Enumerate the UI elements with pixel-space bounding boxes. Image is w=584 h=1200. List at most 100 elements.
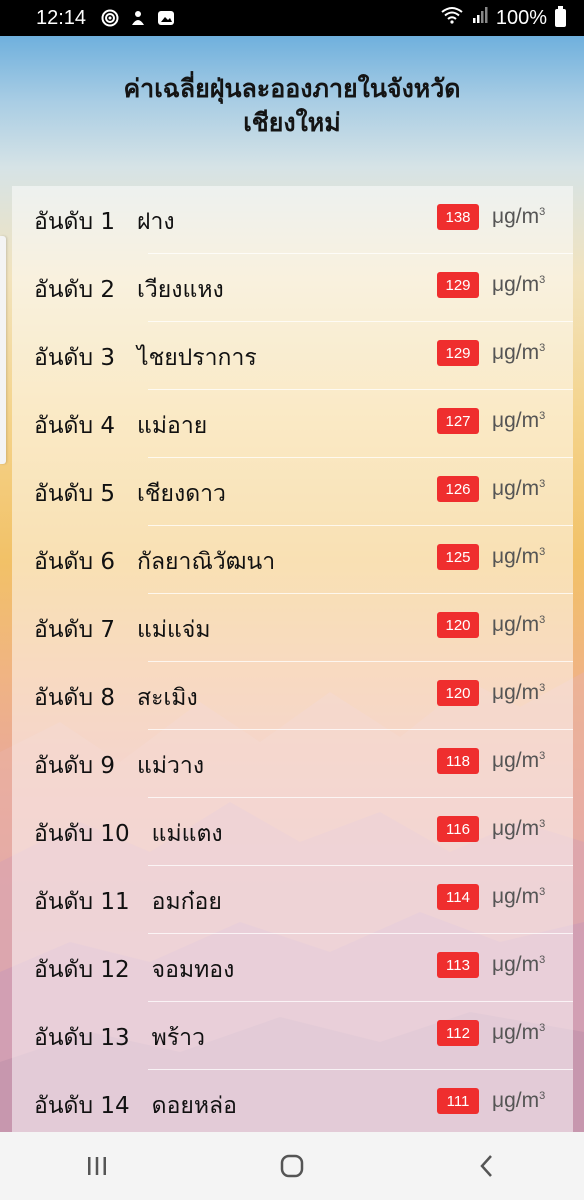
back-button[interactable] [457,1141,517,1191]
rank-text: อันดับ 7 แม่แจ่ม [34,612,210,648]
unit-superscript: 3 [539,682,546,694]
district-name: เวียงแหง [137,277,224,303]
list-item[interactable]: อันดับ 1 ฝาง 138 μg/m3 [12,186,573,254]
district-name: ดอยหล่อ [151,1093,237,1119]
district-name: อมก๋อย [151,889,222,915]
district-name: แม่แจ่ม [137,617,211,643]
rank-label: อันดับ 10 [34,821,130,847]
list-item[interactable]: อันดับ 10 แม่แตง 116 μg/m3 [12,798,573,866]
side-panel-handle[interactable] [0,236,6,464]
rank-label: อันดับ 4 [34,413,116,439]
battery-icon [555,6,566,27]
rank-label: อันดับ 8 [34,685,116,711]
list-item[interactable]: อันดับ 9 แม่วาง 118 μg/m3 [12,730,573,798]
recent-apps-icon [88,1157,107,1175]
app-icon [128,8,148,28]
list-item[interactable]: อันดับ 8 สะเมิง 120 μg/m3 [12,662,573,730]
unit-superscript: 3 [539,1022,546,1034]
unit-label: μg/m3 [492,341,545,365]
pm-value-badge: 138 [437,204,479,230]
status-right: 100% [440,6,566,30]
rank-label: อันดับ 12 [34,957,130,983]
list-item[interactable]: อันดับ 7 แม่แจ่ม 120 μg/m3 [12,594,573,662]
unit-text: μg/m [492,205,540,228]
title-line-2: เชียงใหม่ [243,108,341,137]
unit-text: μg/m [492,273,540,296]
district-name: พร้าว [151,1025,206,1051]
pm-value-badge: 126 [437,476,479,502]
list-item[interactable]: อันดับ 3 ไชยปราการ 129 μg/m3 [12,322,573,390]
rank-label: อันดับ 7 [34,617,116,643]
unit-label: μg/m3 [492,1089,545,1113]
pm-value-badge: 118 [437,748,479,774]
rank-text: อันดับ 13 พร้าว [34,1020,205,1056]
unit-text: μg/m [492,341,540,364]
ranking-list[interactable]: อันดับ 1 ฝาง 138 μg/m3 อันดับ 2 เวียงแหง 129 μg… [12,186,573,1132]
unit-text: μg/m [492,817,540,840]
rank-text: อันดับ 9 แม่วาง [34,748,204,784]
list-item[interactable]: อันดับ 14 ดอยหล่อ 111 μg/m3 [12,1070,573,1132]
rank-text: อันดับ 3 ไชยปราการ [34,340,257,376]
recent-apps-button[interactable] [67,1141,127,1191]
title-line-1: ค่าเฉลี่ยฝุ่นละอองภายในจังหวัด [123,74,461,103]
status-time: 12:14 [36,6,87,29]
list-item[interactable]: อันดับ 2 เวียงแหง 129 μg/m3 [12,254,573,322]
list-item[interactable]: อันดับ 6 กัลยาณิวัฒนา 125 μg/m3 [12,526,573,594]
rank-label: อันดับ 5 [34,481,116,507]
notification-icons [100,8,176,28]
rank-label: อันดับ 2 [34,277,116,303]
unit-label: μg/m3 [492,613,545,637]
unit-superscript: 3 [539,750,546,762]
back-icon [479,1155,492,1177]
unit-label: μg/m3 [492,953,545,977]
unit-label: μg/m3 [492,749,545,773]
rank-text: อันดับ 8 สะเมิง [34,680,198,716]
unit-label: μg/m3 [492,885,545,909]
pm-value-badge: 120 [437,680,479,706]
unit-superscript: 3 [539,274,546,286]
unit-label: μg/m3 [492,1021,545,1045]
rank-text: อันดับ 6 กัลยาณิวัฒนา [34,544,275,580]
photo-icon [156,8,176,28]
pm-value-badge: 116 [437,816,479,842]
pm-value-badge: 112 [437,1020,479,1046]
unit-label: μg/m3 [492,273,545,297]
unit-label: μg/m3 [492,545,545,569]
unit-text: μg/m [492,409,540,432]
unit-text: μg/m [492,885,540,908]
unit-label: μg/m3 [492,205,545,229]
unit-text: μg/m [492,681,540,704]
list-item[interactable]: อันดับ 13 พร้าว 112 μg/m3 [12,1002,573,1070]
unit-text: μg/m [492,1089,540,1112]
rank-label: อันดับ 1 [34,209,116,235]
unit-superscript: 3 [539,886,546,898]
pm-value-badge: 129 [437,340,479,366]
rank-text: อันดับ 4 แม่อาย [34,408,207,444]
home-button[interactable] [262,1141,322,1191]
rank-label: อันดับ 14 [34,1093,130,1119]
list-item[interactable]: อันดับ 12 จอมทอง 113 μg/m3 [12,934,573,1002]
district-name: แม่อาย [137,413,208,439]
list-item[interactable]: อันดับ 4 แม่อาย 127 μg/m3 [12,390,573,458]
unit-label: μg/m3 [492,681,545,705]
rank-label: อันดับ 11 [34,889,130,915]
rank-label: อันดับ 6 [34,549,116,575]
unit-text: μg/m [492,749,540,772]
unit-text: μg/m [492,545,540,568]
pm-value-badge: 125 [437,544,479,570]
list-item[interactable]: อันดับ 5 เชียงดาว 126 μg/m3 [12,458,573,526]
unit-superscript: 3 [539,478,546,490]
pm-value-badge: 113 [437,952,479,978]
unit-superscript: 3 [539,342,546,354]
district-name: แม่วาง [137,753,205,779]
unit-superscript: 3 [539,818,546,830]
list-item[interactable]: อันดับ 11 อมก๋อย 114 μg/m3 [12,866,573,934]
unit-text: μg/m [492,1021,540,1044]
home-icon [280,1154,304,1178]
rank-label: อันดับ 13 [34,1025,130,1051]
rank-label: อันดับ 9 [34,753,116,779]
unit-text: μg/m [492,477,540,500]
district-name: สะเมิง [137,685,198,711]
unit-label: μg/m3 [492,477,545,501]
battery-percent: 100% [495,6,547,29]
